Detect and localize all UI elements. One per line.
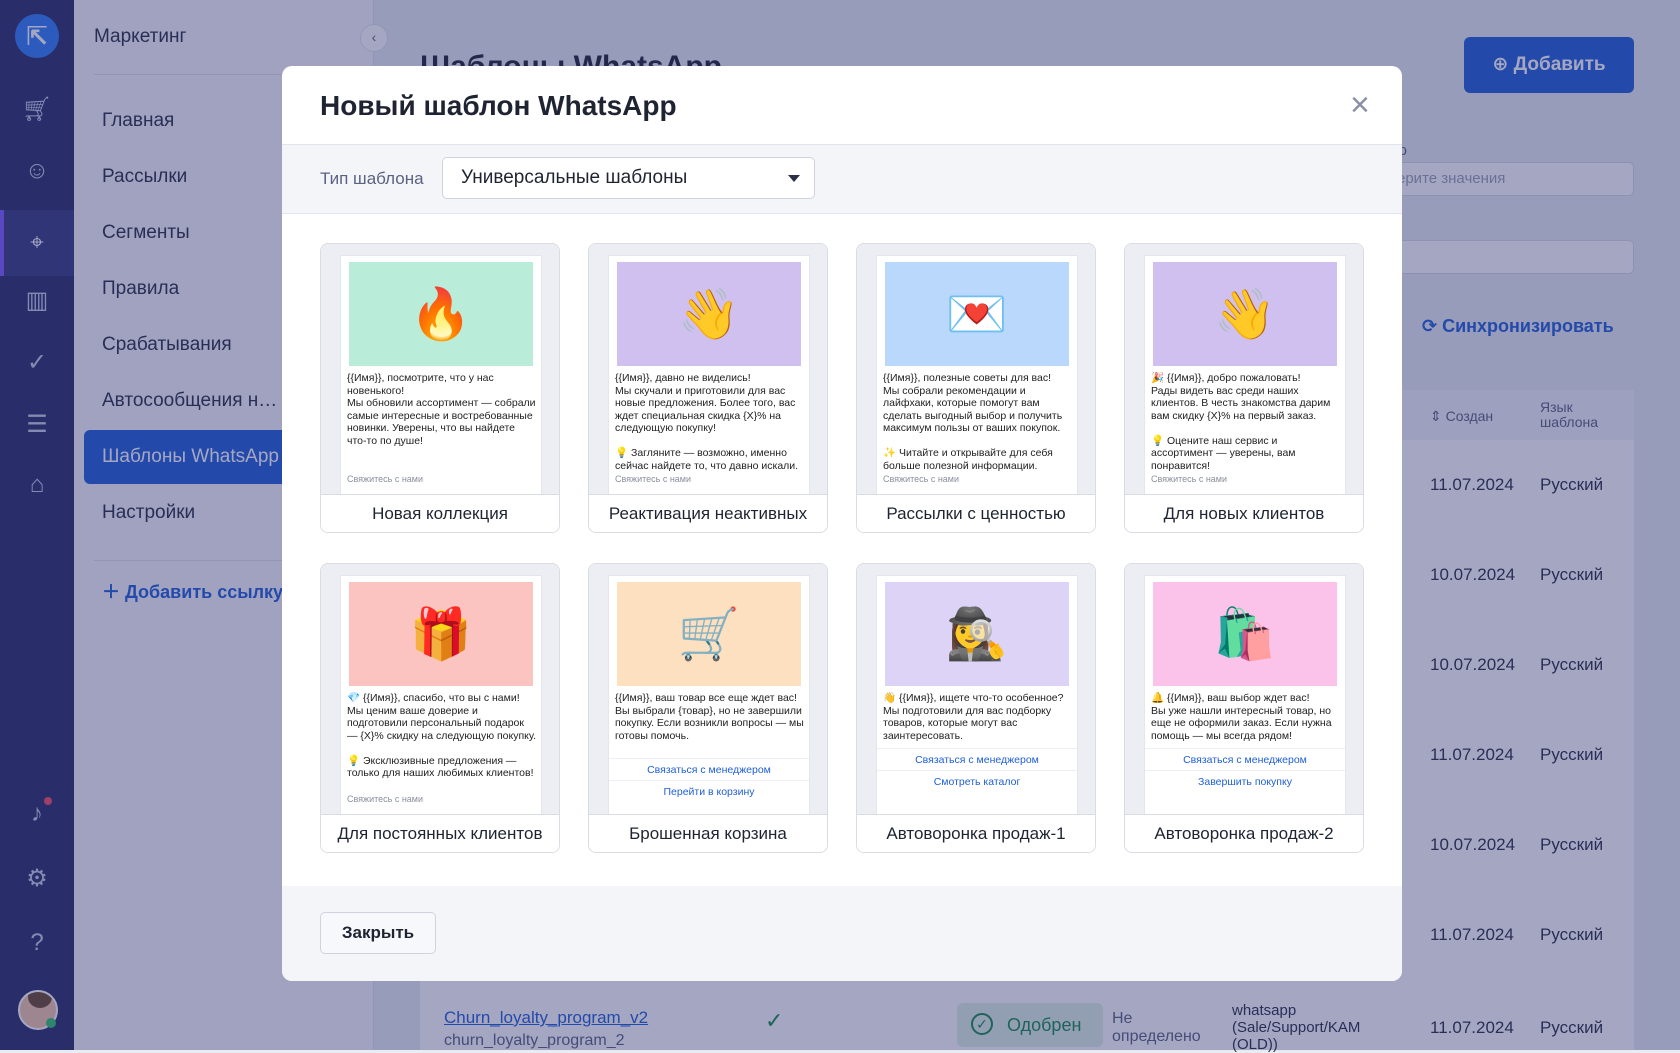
template-card-title: Брошенная корзина xyxy=(589,814,827,852)
message-button-link: Связаться с менеджером xyxy=(1183,754,1307,766)
link-separator xyxy=(877,770,1077,771)
template-card[interactable]: 👋 🎉 {{Имя}}, добро пожаловать! Рады видет… xyxy=(1124,243,1364,533)
contact-link: Свяжитесь с нами xyxy=(1151,474,1228,484)
template-card-title: Рассылки с ценностью xyxy=(857,494,1095,532)
template-card[interactable]: 🔥 {{Имя}}, посмотрите, что у нас новенько… xyxy=(320,243,560,533)
chevron-down-icon xyxy=(788,175,800,182)
template-preview: 🛍️ 🔔 {{Имя}}, ваш выбор ждет вас! Вы уже … xyxy=(1125,564,1363,816)
template-card[interactable]: 🕵️‍♀️ 👋 {{Имя}}, ищете что-то особенное? … xyxy=(856,563,1096,853)
link-separator xyxy=(609,758,809,759)
template-card-title: Реактивация неактивных xyxy=(589,494,827,532)
close-button[interactable]: Закрыть xyxy=(320,912,436,954)
message-preview: 🛍️ 🔔 {{Имя}}, ваш выбор ждет вас! Вы уже … xyxy=(1145,576,1345,816)
link-separator xyxy=(1145,748,1345,749)
template-preview: 🎁 💎 {{Имя}}, спасибо, что вы с нами! Мы ц… xyxy=(321,564,559,816)
contact-link: Свяжитесь с нами xyxy=(347,474,424,484)
message-preview: 👋 🎉 {{Имя}}, добро пожаловать! Рады видет… xyxy=(1145,256,1345,496)
template-preview: 👋 🎉 {{Имя}}, добро пожаловать! Рады видет… xyxy=(1125,244,1363,496)
message-text: {{Имя}}, посмотрите, что у нас новеньког… xyxy=(347,372,536,447)
link-separator xyxy=(1145,770,1345,771)
hero-emoji-icon: 💌 xyxy=(885,262,1069,366)
template-preview: 🔥 {{Имя}}, посмотрите, что у нас новенько… xyxy=(321,244,559,496)
template-preview: 🕵️‍♀️ 👋 {{Имя}}, ищете что-то особенное? … xyxy=(857,564,1095,816)
hero-emoji-icon: 🕵️‍♀️ xyxy=(885,582,1069,686)
message-text: {{Имя}}, полезные советы для вас! Мы соб… xyxy=(883,372,1063,472)
message-button-link: Смотреть каталог xyxy=(933,776,1021,788)
new-template-modal: Новый шаблон WhatsApp × Тип шаблона Унив… xyxy=(282,66,1402,981)
template-type-bar: Тип шаблона Универсальные шаблоны xyxy=(282,144,1402,214)
template-preview: 💌 {{Имя}}, полезные советы для вас! Мы со… xyxy=(857,244,1095,496)
message-preview: 👋 {{Имя}}, давно не виделись! Мы скучали … xyxy=(609,256,809,496)
hero-emoji-icon: 🎁 xyxy=(349,582,533,686)
template-type-value: Универсальные шаблоны xyxy=(461,167,688,188)
hero-emoji-icon: 🛍️ xyxy=(1153,582,1337,686)
template-type-select[interactable]: Универсальные шаблоны xyxy=(442,157,815,199)
template-preview: 👋 {{Имя}}, давно не виделись! Мы скучали … xyxy=(589,244,827,496)
close-icon[interactable]: × xyxy=(1350,88,1370,122)
template-preview: 🛒 {{Имя}}, ваш товар все еще ждет вас! Вы… xyxy=(589,564,827,816)
contact-link: Свяжитесь с нами xyxy=(347,794,424,804)
message-preview: 🎁 💎 {{Имя}}, спасибо, что вы с нами! Мы ц… xyxy=(341,576,541,816)
template-type-label: Тип шаблона xyxy=(320,169,424,188)
template-card[interactable]: 🛒 {{Имя}}, ваш товар все еще ждет вас! Вы… xyxy=(588,563,828,853)
hero-emoji-icon: 👋 xyxy=(1153,262,1337,366)
modal-title: Новый шаблон WhatsApp xyxy=(320,90,677,121)
link-separator xyxy=(609,780,809,781)
hero-emoji-icon: 🛒 xyxy=(617,582,801,686)
hero-emoji-icon: 🔥 xyxy=(349,262,533,366)
template-card-title: Для новых клиентов xyxy=(1125,494,1363,532)
template-card[interactable]: 💌 {{Имя}}, полезные советы для вас! Мы со… xyxy=(856,243,1096,533)
message-button-link: Перейти в корзину xyxy=(663,786,755,798)
contact-link: Свяжитесь с нами xyxy=(615,474,692,484)
template-card[interactable]: 👋 {{Имя}}, давно не виделись! Мы скучали … xyxy=(588,243,828,533)
message-preview: 🛒 {{Имя}}, ваш товар все еще ждет вас! Вы… xyxy=(609,576,809,816)
message-text: 💎 {{Имя}}, спасибо, что вы с нами! Мы це… xyxy=(347,692,536,779)
message-text: 🎉 {{Имя}}, добро пожаловать! Рады видеть… xyxy=(1151,372,1331,472)
contact-link: Свяжитесь с нами xyxy=(883,474,960,484)
message-text: {{Имя}}, ваш товар все еще ждет вас! Вы … xyxy=(615,692,804,742)
message-button-link: Связаться с менеджером xyxy=(647,764,771,776)
modal-footer: Закрыть xyxy=(282,886,1402,981)
template-card-title: Автоворонка продаж-1 xyxy=(857,814,1095,852)
message-button-link: Связаться с менеджером xyxy=(915,754,1039,766)
message-preview: 💌 {{Имя}}, полезные советы для вас! Мы со… xyxy=(877,256,1077,496)
template-card[interactable]: 🎁 💎 {{Имя}}, спасибо, что вы с нами! Мы ц… xyxy=(320,563,560,853)
template-card[interactable]: 🛍️ 🔔 {{Имя}}, ваш выбор ждет вас! Вы уже … xyxy=(1124,563,1364,853)
template-card-title: Для постоянных клиентов xyxy=(321,814,559,852)
template-card-title: Автоворонка продаж-2 xyxy=(1125,814,1363,852)
link-separator xyxy=(877,748,1077,749)
message-preview: 🕵️‍♀️ 👋 {{Имя}}, ищете что-то особенное? … xyxy=(877,576,1077,816)
hero-emoji-icon: 👋 xyxy=(617,262,801,366)
message-text: {{Имя}}, давно не виделись! Мы скучали и… xyxy=(615,372,799,472)
message-preview: 🔥 {{Имя}}, посмотрите, что у нас новенько… xyxy=(341,256,541,496)
message-button-link: Завершить покупку xyxy=(1198,776,1292,788)
template-card-title: Новая коллекция xyxy=(321,494,559,532)
